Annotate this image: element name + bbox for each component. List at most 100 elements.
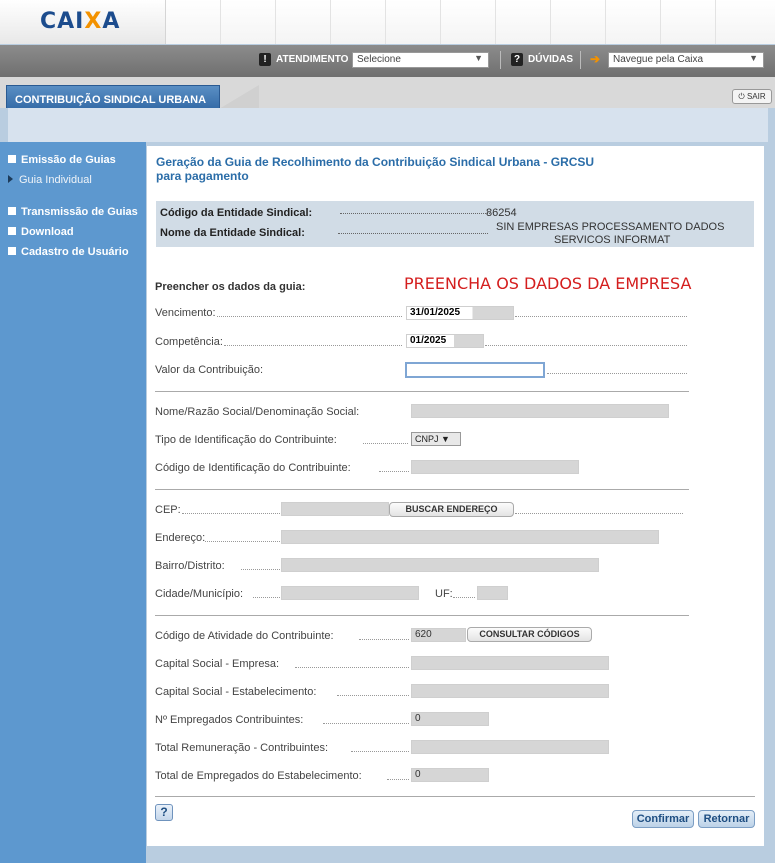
capital-estabelecimento-label: Capital Social - Estabelecimento:: [155, 686, 317, 698]
utility-bar: ! ATENDIMENTO Selecione ▼ ? DÚVIDAS ➔ Nav…: [0, 45, 775, 77]
nome-input[interactable]: [411, 404, 669, 418]
sidebar-item-cadastro[interactable]: Cadastro de Usuário: [8, 246, 129, 258]
bairro-label: Bairro/Distrito:: [155, 560, 225, 572]
atividade-label: Código de Atividade do Contribuinte:: [155, 630, 334, 642]
instruction-banner: PREENCHA OS DADOS DA EMPRESA: [404, 274, 692, 293]
atendimento-select[interactable]: Selecione ▼: [352, 52, 489, 68]
dotted-leader: [485, 345, 687, 346]
logo-box[interactable]: CAIXA: [0, 0, 166, 44]
help-question-icon: ?: [511, 53, 523, 66]
duvidas-label[interactable]: DÚVIDAS: [528, 54, 573, 65]
dotted-leader: [295, 667, 409, 668]
vencimento-input[interactable]: 31/01/2025: [406, 306, 514, 320]
tab-slope: [219, 85, 259, 109]
codigo-identificacao-label: Código de Identificação do Contribuinte:: [155, 462, 351, 474]
codigo-identificacao-input[interactable]: [411, 460, 579, 474]
power-icon: ⏻: [738, 92, 747, 101]
capital-estabelecimento-input[interactable]: [411, 684, 609, 698]
atendimento-label: ATENDIMENTO: [276, 54, 349, 65]
valor-label: Valor da Contribuição:: [155, 364, 264, 376]
dotted-leader: [182, 513, 280, 514]
competencia-label: Competência:: [155, 336, 223, 348]
dotted-leader: [379, 471, 409, 472]
main-panel: Geração da Guia de Recolhimento da Contr…: [147, 146, 764, 846]
header-cell: [496, 0, 551, 44]
endereco-input[interactable]: [281, 530, 659, 544]
cidade-label: Cidade/Município:: [155, 588, 244, 600]
bullet-icon: [8, 207, 16, 215]
dropdown-arrow-icon: ▼: [749, 53, 758, 63]
nome-label: Nome/Razão Social/Denominação Social:: [155, 406, 360, 418]
entity-name-value-line1: SIN EMPRESAS PROCESSAMENTO DADOS: [496, 221, 725, 233]
sidebar-item-download[interactable]: Download: [8, 226, 74, 238]
triangle-right-icon: [8, 175, 13, 183]
dotted-leader: [323, 723, 409, 724]
page-title-line2: para pagamento: [156, 169, 249, 183]
divider: [580, 51, 581, 69]
dotted-leader: [205, 541, 280, 542]
caixa-logo[interactable]: CAIXA: [40, 9, 120, 34]
endereco-label: Endereço:: [155, 532, 206, 544]
tipo-identificacao-label: Tipo de Identificação do Contribuinte:: [155, 434, 337, 446]
capital-empresa-label: Capital Social - Empresa:: [155, 658, 280, 670]
header-cell: [221, 0, 276, 44]
divider: [500, 51, 501, 69]
entity-code-label: Código da Entidade Sindical:: [160, 207, 313, 219]
tipo-identificacao-select[interactable]: CNPJ ▼: [411, 432, 461, 446]
dotted-leader: [351, 751, 409, 752]
help-button[interactable]: ?: [155, 804, 173, 821]
dotted-leader: [515, 316, 687, 317]
entity-info-box: Código da Entidade Sindical: 86254 Nome …: [156, 201, 754, 247]
dotted-leader: [387, 779, 409, 780]
uf-input[interactable]: [477, 586, 508, 600]
section-divider: [155, 796, 755, 797]
cep-input[interactable]: [281, 502, 389, 516]
atividade-input[interactable]: 620: [411, 628, 466, 642]
sair-button[interactable]: ⏻ SAIR: [732, 89, 772, 104]
dotted-leader: [453, 597, 475, 598]
cep-label: CEP:: [155, 504, 181, 516]
top-header: CAIXA: [0, 0, 775, 44]
header-cell: [606, 0, 661, 44]
header-cell: [551, 0, 606, 44]
confirmar-button[interactable]: Confirmar: [632, 810, 694, 828]
buscar-endereco-button[interactable]: BUSCAR ENDEREÇO: [389, 502, 514, 517]
bullet-icon: [8, 227, 16, 235]
capital-empresa-input[interactable]: [411, 656, 609, 670]
dropdown-arrow-icon: ▼: [474, 53, 483, 63]
header-cell: [331, 0, 386, 44]
num-empregados-input[interactable]: 0: [411, 712, 489, 726]
section-label: Preencher os dados da guia:: [155, 281, 306, 293]
cidade-input[interactable]: [281, 586, 419, 600]
dotted-leader: [253, 597, 280, 598]
navegue-select[interactable]: Navegue pela Caixa ▼: [608, 52, 764, 68]
vencimento-label: Vencimento:: [155, 307, 216, 319]
bairro-input[interactable]: [281, 558, 599, 572]
section-divider: [155, 391, 689, 392]
header-cell: [661, 0, 716, 44]
valor-input[interactable]: [405, 362, 545, 378]
entity-code-value: 86254: [486, 207, 517, 219]
total-remuneracao-input[interactable]: [411, 740, 609, 754]
section-divider: [155, 489, 689, 490]
dotted-leader: [241, 569, 280, 570]
total-empregados-input[interactable]: 0: [411, 768, 489, 782]
consultar-codigos-button[interactable]: CONSULTAR CÓDIGOS: [467, 627, 592, 642]
sidebar-item-guia-individual[interactable]: Guia Individual: [8, 174, 92, 186]
retornar-button[interactable]: Retornar: [698, 810, 755, 828]
header-cell: [716, 0, 775, 44]
page-title-line1: Geração da Guia de Recolhimento da Contr…: [156, 155, 595, 169]
sidebar-item-emissao[interactable]: Emissão de Guias: [8, 154, 116, 166]
dotted-leader: [338, 233, 488, 234]
header-cell: [441, 0, 496, 44]
dotted-leader: [337, 695, 409, 696]
competencia-input[interactable]: 01/2025: [406, 334, 484, 348]
uf-label: UF:: [435, 588, 453, 600]
header-cell: [166, 0, 221, 44]
dotted-leader: [340, 213, 490, 214]
sidebar-item-transmissao[interactable]: Transmissão de Guias: [8, 206, 138, 218]
dropdown-arrow-icon: ▼: [441, 434, 450, 444]
dotted-leader: [224, 345, 402, 346]
header-cell: [276, 0, 331, 44]
entity-name-value-line2: SERVICOS INFORMAT: [554, 234, 671, 246]
